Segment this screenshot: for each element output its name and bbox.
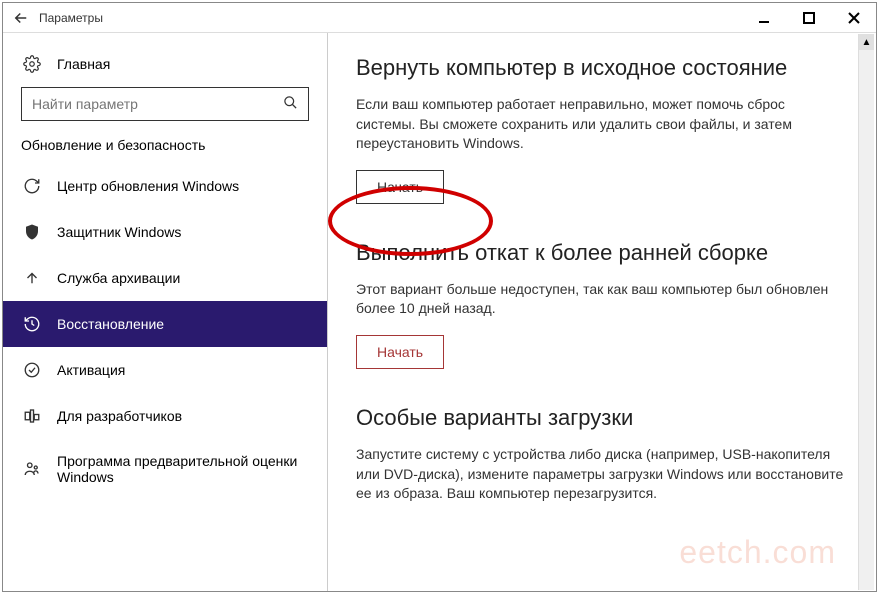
search-icon: [283, 95, 298, 114]
shield-icon: [23, 223, 41, 241]
advanced-startup-section: Особые варианты загрузки Запустите систе…: [356, 405, 846, 504]
close-button[interactable]: [831, 3, 876, 33]
rollback-section: Выполнить откат к более ранней сборке Эт…: [356, 240, 846, 369]
search-input[interactable]: [32, 96, 283, 112]
sidebar-item-label: Восстановление: [57, 316, 164, 332]
main-panel: Вернуть компьютер в исходное состояние Е…: [328, 33, 876, 591]
scroll-up-arrow[interactable]: ▲: [859, 34, 874, 50]
sidebar-item-recovery[interactable]: Восстановление: [3, 301, 327, 347]
sidebar-item-windows-update[interactable]: Центр обновления Windows: [3, 163, 327, 209]
upload-icon: [23, 269, 41, 287]
refresh-icon: [23, 177, 41, 195]
sidebar-item-defender[interactable]: Защитник Windows: [3, 209, 327, 255]
history-icon: [23, 315, 41, 333]
home-link[interactable]: Главная: [3, 47, 327, 87]
reset-pc-section: Вернуть компьютер в исходное состояние Е…: [356, 55, 846, 204]
sidebar-item-label: Для разработчиков: [57, 408, 182, 424]
maximize-button[interactable]: [786, 3, 831, 33]
gear-icon: [23, 55, 41, 73]
titlebar: Параметры: [3, 3, 876, 33]
sidebar: Главная Обновление и безопасность Центр …: [3, 33, 328, 591]
sidebar-item-label: Защитник Windows: [57, 224, 181, 240]
window-controls: [741, 3, 876, 33]
reset-pc-description: Если ваш компьютер работает неправильно,…: [356, 95, 846, 154]
rollback-title: Выполнить откат к более ранней сборке: [356, 240, 846, 266]
search-box[interactable]: [21, 87, 309, 121]
reset-pc-title: Вернуть компьютер в исходное состояние: [356, 55, 846, 81]
sidebar-item-activation[interactable]: Активация: [3, 347, 327, 393]
sidebar-item-label: Программа предварительной оценки Windows: [57, 453, 307, 485]
advanced-startup-title: Особые варианты загрузки: [356, 405, 846, 431]
content-area: Главная Обновление и безопасность Центр …: [3, 33, 876, 591]
window-title: Параметры: [39, 11, 741, 25]
reset-pc-start-button[interactable]: Начать: [356, 170, 444, 204]
back-button[interactable]: [11, 8, 31, 28]
advanced-startup-description: Запустите систему с устройства либо диск…: [356, 445, 846, 504]
settings-window: Параметры Главная: [2, 2, 877, 592]
sidebar-item-insider[interactable]: Программа предварительной оценки Windows: [3, 439, 327, 499]
code-icon: [23, 407, 41, 425]
sidebar-item-label: Центр обновления Windows: [57, 178, 239, 194]
vertical-scrollbar[interactable]: ▲: [858, 34, 874, 590]
sidebar-section-label: Обновление и безопасность: [3, 137, 327, 163]
rollback-description: Этот вариант больше недоступен, так как …: [356, 280, 846, 319]
home-label: Главная: [57, 56, 110, 72]
check-circle-icon: [23, 361, 41, 379]
sidebar-item-backup[interactable]: Служба архивации: [3, 255, 327, 301]
sidebar-item-label: Активация: [57, 362, 125, 378]
minimize-button[interactable]: [741, 3, 786, 33]
insider-icon: [23, 460, 41, 478]
sidebar-item-developers[interactable]: Для разработчиков: [3, 393, 327, 439]
rollback-start-button[interactable]: Начать: [356, 335, 444, 369]
sidebar-item-label: Служба архивации: [57, 270, 180, 286]
